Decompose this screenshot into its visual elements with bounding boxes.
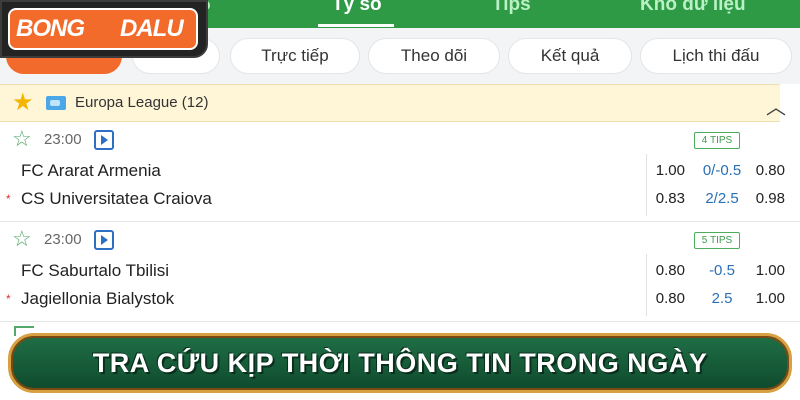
odd-value[interactable]: 1.00 [633, 162, 685, 179]
favorite-star-icon[interactable]: ☆ [12, 226, 32, 252]
logo-text-bong: BONG [16, 15, 85, 42]
active-tab-indicator [318, 24, 394, 27]
flag-icon [46, 96, 66, 110]
chip-schedule[interactable]: Lịch thi đấu [640, 38, 792, 74]
away-team[interactable]: Jagiellonia Bialystok [21, 289, 174, 309]
tab-scores[interactable]: Tỷ số [332, 0, 382, 16]
chip-results[interactable]: Kết quả [508, 38, 632, 74]
odd-value[interactable]: 0.80 [633, 262, 685, 279]
league-name: Europa League (12) [75, 94, 209, 111]
tab-data[interactable]: Kho dữ liệu [640, 0, 746, 16]
match-row[interactable]: ☆ 23:00 4 TIPS FC Ararat Armenia * CS Un… [0, 122, 800, 222]
odd-value[interactable]: 0.80 [633, 290, 685, 307]
odd-value[interactable]: 0.80 [733, 162, 785, 179]
odd-value[interactable]: 0.98 [733, 190, 785, 207]
logo-badge: BONG DALU [8, 8, 198, 50]
odd-value[interactable]: 1.00 [733, 290, 785, 307]
logo-text-dalu: DALU [120, 15, 184, 42]
red-asterisk-icon: * [6, 292, 11, 306]
promo-banner: TRA CỨU KỊP THỜI THÔNG TIN TRONG NGÀY [8, 333, 792, 393]
match-time: 23:00 [44, 131, 82, 148]
play-icon[interactable] [94, 230, 114, 250]
star-icon[interactable]: ★ [12, 88, 34, 117]
favorite-star-icon[interactable]: ☆ [12, 126, 32, 152]
chip-live[interactable]: Trực tiếp [230, 38, 360, 74]
odd-value[interactable]: 1.00 [733, 262, 785, 279]
match-time: 23:00 [44, 231, 82, 248]
play-icon[interactable] [94, 130, 114, 150]
tips-badge[interactable]: 5 TIPS [694, 232, 740, 249]
home-team[interactable]: FC Saburtalo Tbilisi [21, 261, 169, 281]
chip-following[interactable]: Theo dõi [368, 38, 500, 74]
chevron-up-icon[interactable]: ︿ [766, 91, 786, 120]
match-row[interactable]: ☆ 23:00 5 TIPS FC Saburtalo Tbilisi * Ja… [0, 222, 800, 322]
away-team[interactable]: CS Universitatea Craiova [21, 189, 212, 209]
banner-text: TRA CỨU KỊP THỜI THÔNG TIN TRONG NGÀY [92, 347, 708, 378]
red-asterisk-icon: * [6, 192, 11, 206]
odd-value[interactable]: 0.83 [633, 190, 685, 207]
league-header[interactable]: ★ Europa League (12) ︿ [0, 84, 786, 122]
tab-tips[interactable]: Tips [492, 0, 531, 16]
home-team[interactable]: FC Ararat Armenia [21, 161, 161, 181]
tips-badge[interactable]: 4 TIPS [694, 132, 740, 149]
logo: BONG DALU [0, 0, 208, 58]
